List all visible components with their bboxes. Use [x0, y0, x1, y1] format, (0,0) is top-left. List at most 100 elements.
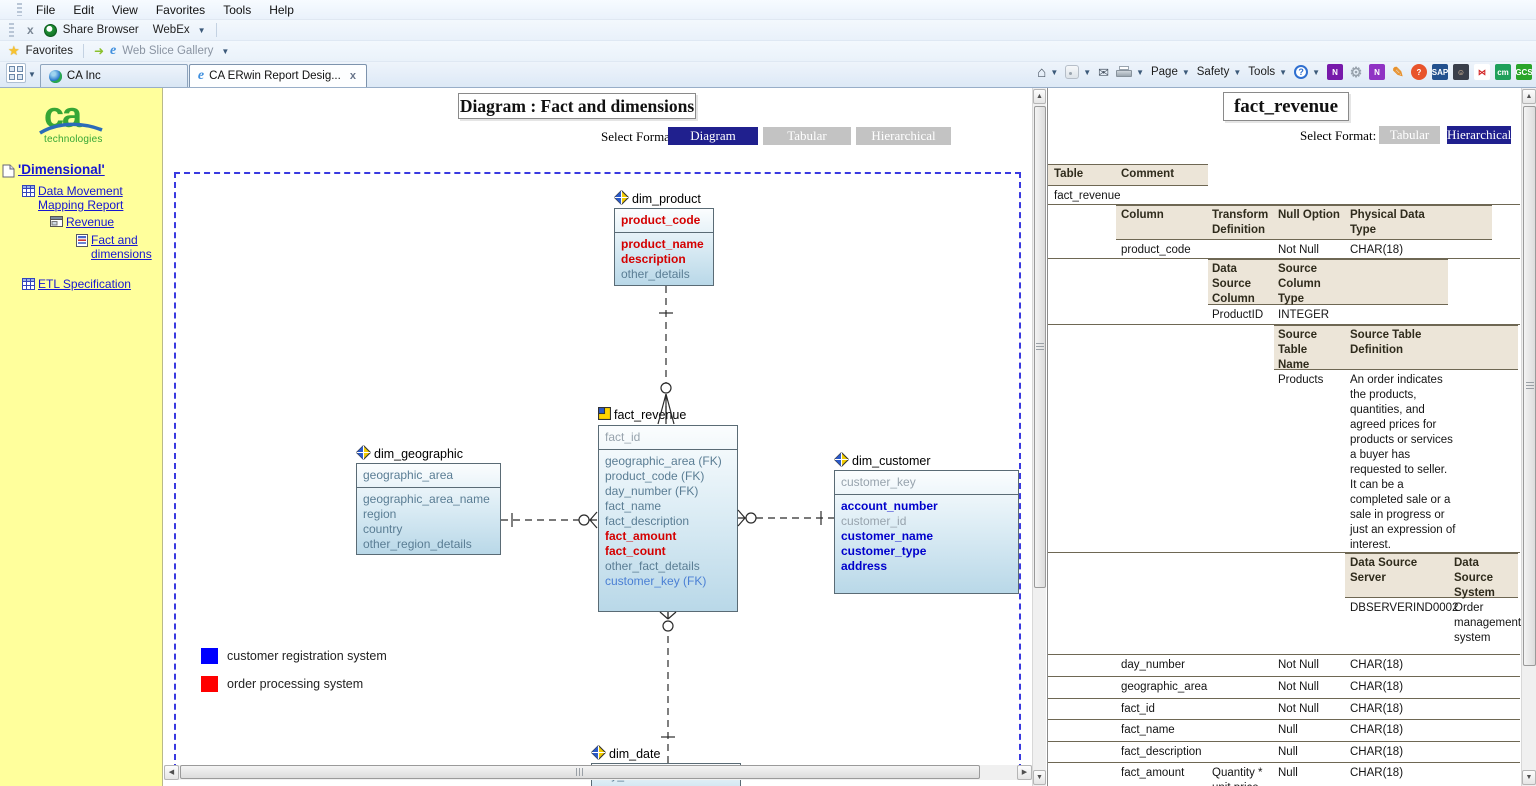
chevron-down-icon[interactable]: ▼ — [28, 70, 36, 79]
select-format-label: Select Format: — [1300, 128, 1376, 144]
menu-view[interactable]: View — [103, 1, 147, 19]
table-cell: CHAR(18) — [1350, 766, 1403, 781]
ie-icon: e — [110, 46, 116, 56]
help-red-icon[interactable]: ? — [1411, 64, 1427, 80]
tree-link[interactable]: 'Dimensional' — [18, 163, 105, 177]
separator — [83, 44, 84, 58]
tree-link[interactable]: Fact and dimensions — [91, 233, 158, 261]
mail-icon: ✉ — [1098, 66, 1109, 79]
table-cell: Null — [1278, 766, 1298, 781]
column-header: Data Source Server — [1350, 556, 1435, 586]
add-webslice-icon[interactable]: ➜ — [94, 44, 104, 58]
feeds-button[interactable]: ▼ — [1065, 65, 1091, 79]
diagram-horizontal-scrollbar[interactable]: ◀ ▶ — [164, 765, 1032, 780]
close-tab-icon[interactable]: x — [350, 70, 356, 82]
separator — [216, 23, 217, 37]
drag-handle[interactable] — [17, 3, 22, 16]
column-header: Column — [1121, 208, 1164, 223]
mail-button[interactable]: ✉ — [1098, 66, 1109, 79]
ribbon-icon[interactable]: ⋈ — [1474, 64, 1490, 80]
favorites-button[interactable]: Favorites — [26, 45, 73, 57]
table-row: fact_nameNullCHAR(18) — [1048, 720, 1520, 742]
column-header: Data Source System — [1454, 556, 1512, 601]
tree-link[interactable]: Data Movement Mapping Report — [38, 184, 158, 212]
menu-file[interactable]: File — [27, 1, 64, 19]
table-cell: Quantity * unit price — [1212, 766, 1272, 786]
menu-tools[interactable]: Tools — [214, 1, 260, 19]
scroll-down-button[interactable]: ▼ — [1522, 770, 1536, 785]
tools-menu[interactable]: Tools▼ — [1248, 66, 1287, 78]
scrollbar-thumb[interactable] — [1034, 106, 1046, 588]
diagram-vertical-scrollbar[interactable]: ▲ ▼ — [1032, 88, 1046, 786]
menu-edit[interactable]: Edit — [64, 1, 103, 19]
onenote-clip-icon[interactable]: N — [1369, 64, 1385, 80]
scrollbar-thumb[interactable] — [180, 765, 980, 779]
gear-icon[interactable]: ⚙ — [1348, 64, 1364, 80]
report-vertical-scrollbar[interactable]: ▲ ▼ — [1521, 88, 1536, 786]
webex-ball-icon — [44, 24, 57, 37]
page-icon — [2, 164, 15, 181]
menu-favorites[interactable]: Favorites — [147, 1, 214, 19]
table-cell: Null — [1278, 745, 1298, 760]
table-cell: CHAR(18) — [1350, 680, 1403, 695]
report-tree: 'Dimensional' Data Movement Mapping Repor… — [0, 163, 158, 293]
safety-menu[interactable]: Safety▼ — [1197, 66, 1242, 78]
table-row: fact_description Null CHAR(18) — [1048, 742, 1520, 763]
tree-link[interactable]: ETL Specification — [38, 277, 131, 291]
table-row: day_number Not Null CHAR(18) — [1048, 655, 1520, 677]
browser-window: FileEditViewFavoritesToolsHelp x Share B… — [0, 0, 1536, 786]
onenote-icon[interactable]: N — [1327, 64, 1343, 80]
table-cell: day_number — [1121, 658, 1185, 673]
pen-icon[interactable]: ✎ — [1390, 64, 1406, 80]
relationship-geographic-fact — [501, 512, 597, 528]
table-cell: An order indicates the products, quantit… — [1350, 373, 1456, 553]
scroll-down-button[interactable]: ▼ — [1033, 770, 1046, 785]
close-toolbar-icon[interactable]: x — [23, 23, 38, 37]
sidebar: ca technologies 'Dimensional'Data Moveme… — [0, 88, 163, 786]
ca-site-icon — [49, 70, 62, 83]
table-cell: fact_amount — [1121, 766, 1184, 781]
table-cell: DBSERVERIND0002 — [1350, 601, 1458, 616]
tree-link[interactable]: Revenue — [66, 215, 114, 229]
table-cell: Not Null — [1278, 658, 1319, 673]
scroll-left-button[interactable]: ◀ — [164, 765, 179, 780]
quick-tabs-icon[interactable] — [6, 63, 26, 83]
format-button-hierarchical[interactable]: Hierarchical — [1447, 126, 1511, 144]
person-icon[interactable]: ☺ — [1453, 64, 1469, 80]
page-menu[interactable]: Page▼ — [1151, 66, 1190, 78]
drag-handle[interactable] — [9, 23, 14, 37]
table-cell: CHAR(18) — [1350, 745, 1403, 760]
scroll-right-button[interactable]: ▶ — [1017, 765, 1032, 780]
scroll-up-button[interactable]: ▲ — [1522, 89, 1536, 104]
scrollbar-thumb[interactable] — [1523, 106, 1536, 666]
table-cell: fact_description — [1121, 745, 1202, 760]
sap-icon[interactable]: SAP — [1432, 64, 1448, 80]
menu-help[interactable]: Help — [260, 1, 303, 19]
format-button-tabular[interactable]: Tabular — [1379, 126, 1440, 144]
tab-ca-inc[interactable]: CA Inc — [40, 64, 188, 87]
tab-ca-erwin-report-designer[interactable]: e CA ERwin Report Desig... x — [189, 64, 367, 87]
webslice-gallery-button[interactable]: Web Slice Gallery — [122, 45, 213, 57]
table-cell: Not Null — [1278, 243, 1319, 258]
chevron-down-icon[interactable]: ▼ — [221, 47, 229, 56]
menu-bar: FileEditViewFavoritesToolsHelp — [0, 0, 1536, 20]
table-row: ColumnTransform DefinitionNull OptionPhy… — [1048, 205, 1520, 240]
column-header: Source Table Definition — [1350, 328, 1460, 358]
gcs-icon[interactable]: GCS — [1516, 64, 1532, 80]
home-button[interactable]: ⌂▼ — [1037, 66, 1058, 79]
share-browser-button[interactable]: Share Browser — [63, 24, 139, 36]
help-button[interactable]: ?▼ — [1294, 65, 1320, 79]
table-row: DBSERVERIND0002Order management system — [1048, 598, 1520, 655]
report-panel: fact_revenue Select Format: Tabular Hier… — [1047, 88, 1521, 786]
print-button[interactable]: ▼ — [1116, 66, 1144, 79]
table-cell: CHAR(18) — [1350, 658, 1403, 673]
scroll-up-button[interactable]: ▲ — [1033, 89, 1046, 104]
browser-toolbar: ⌂▼ ▼ ✉ ▼ Page▼ Safety▼ Tools▼ ?▼ N ⚙ N ✎? SA… — [1037, 64, 1532, 80]
sidebar-item-revenue: Revenue — [0, 215, 158, 230]
help-icon: ? — [1294, 65, 1308, 79]
chevron-down-icon[interactable]: ▼ — [198, 26, 206, 35]
sidebar-item-fact-and-dimensions: Fact and dimensions — [0, 233, 158, 261]
table-row: product_codeNot NullCHAR(18) — [1048, 240, 1520, 259]
cm-icon[interactable]: cm — [1495, 64, 1511, 80]
webex-menu[interactable]: WebEx — [153, 24, 190, 36]
